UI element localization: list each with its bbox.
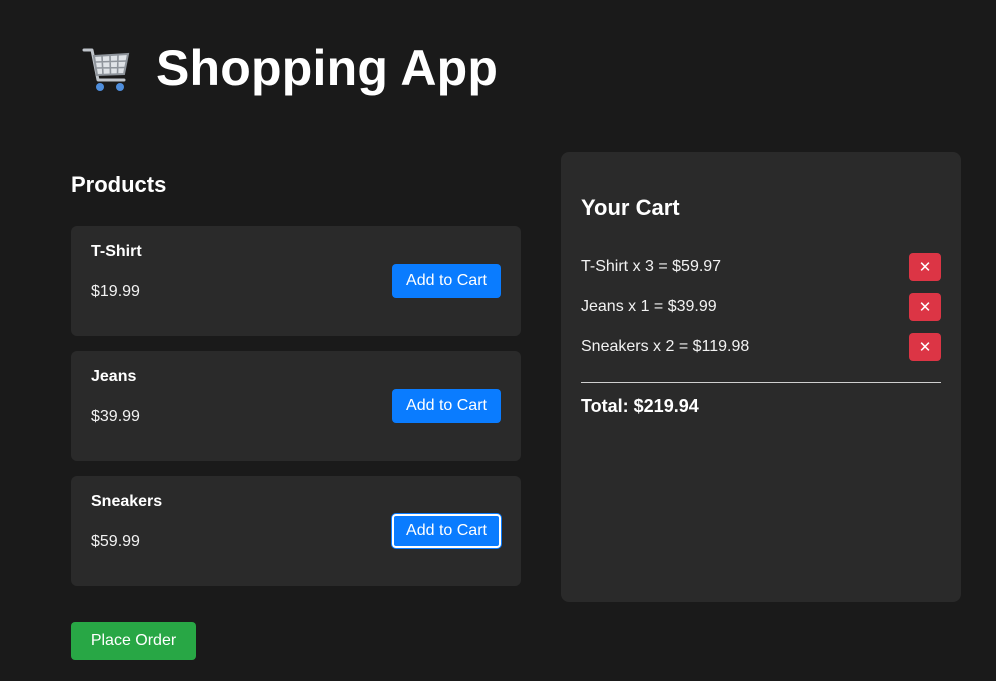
product-name: Sneakers — [91, 493, 163, 510]
product-price: $59.99 — [91, 533, 140, 550]
add-to-cart-button-sneakers[interactable]: Add to Cart — [392, 514, 501, 548]
shopping-cart-icon — [82, 48, 130, 91]
cart-item: T-Shirt x 3 = $59.97 ✕ — [581, 252, 941, 292]
remove-item-button[interactable]: ✕ — [909, 293, 941, 321]
cart-item: Jeans x 1 = $39.99 ✕ — [581, 292, 941, 332]
product-name: Jeans — [91, 368, 137, 385]
products-section: Products T-Shirt $19.99 Add to Cart Jean… — [71, 170, 521, 601]
products-heading: Products — [71, 172, 167, 197]
cart-item-text: Sneakers x 2 = $119.98 — [581, 338, 750, 355]
cart-item-text: T-Shirt x 3 = $59.97 — [581, 258, 722, 275]
product-card: Sneakers $59.99 Add to Cart — [71, 476, 521, 586]
cart-item-text: Jeans x 1 = $39.99 — [581, 298, 717, 315]
cart-divider — [581, 382, 941, 383]
app-header: Shopping App — [78, 38, 498, 98]
remove-item-button[interactable]: ✕ — [909, 253, 941, 281]
add-to-cart-button-jeans[interactable]: Add to Cart — [392, 389, 501, 423]
product-card: T-Shirt $19.99 Add to Cart — [71, 226, 521, 336]
add-to-cart-button-tshirt[interactable]: Add to Cart — [392, 264, 501, 298]
cart-item: Sneakers x 2 = $119.98 ✕ — [581, 332, 941, 372]
page-title: Shopping App — [156, 40, 499, 96]
remove-item-button[interactable]: ✕ — [909, 333, 941, 361]
product-price: $19.99 — [91, 283, 140, 300]
product-card: Jeans $39.99 Add to Cart — [71, 351, 521, 461]
product-name: T-Shirt — [91, 243, 142, 260]
cart-total: Total: $219.94 — [581, 396, 699, 416]
cart-panel: Your Cart T-Shirt x 3 = $59.97 ✕ Jeans x… — [561, 152, 961, 602]
cart-title: Your Cart — [581, 195, 680, 220]
place-order-button[interactable]: Place Order — [71, 622, 196, 660]
cart-list: T-Shirt x 3 = $59.97 ✕ Jeans x 1 = $39.9… — [581, 252, 941, 372]
product-price: $39.99 — [91, 408, 140, 425]
